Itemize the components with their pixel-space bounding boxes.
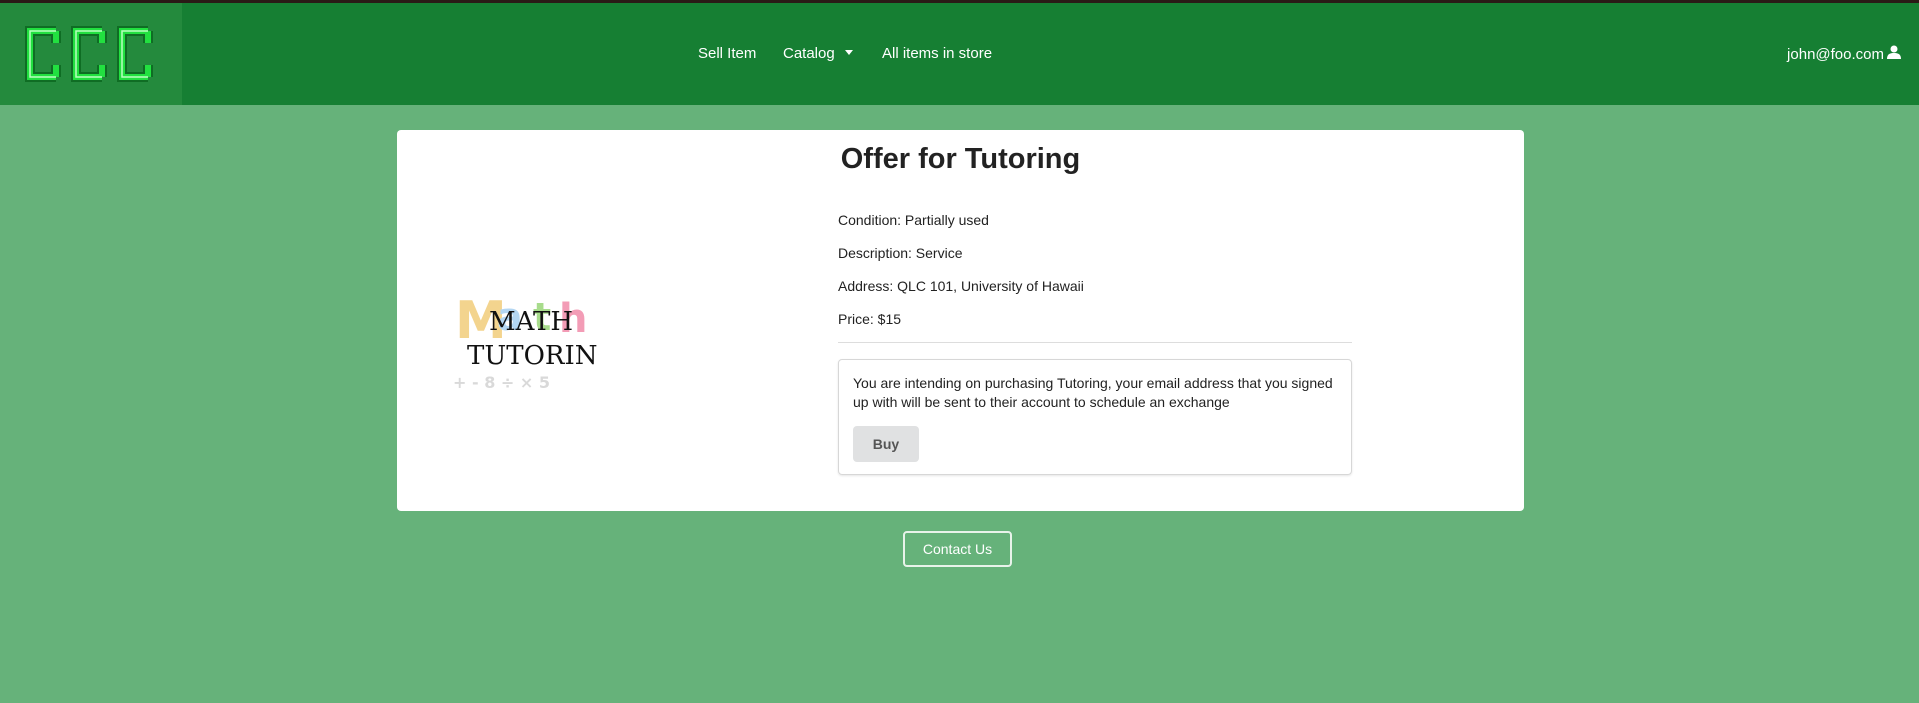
- user-email: john@foo.com: [1787, 45, 1884, 63]
- svg-text:+ - 8 ÷ × 5: + - 8 ÷ × 5: [453, 373, 550, 392]
- product-image: M a t h MATH TUTORING + - 8 ÷ × 5: [449, 260, 618, 395]
- purchase-panel: You are intending on purchasing Tutoring…: [838, 359, 1352, 475]
- logo[interactable]: [0, 3, 182, 105]
- address-text: Address: QLC 101, University of Hawaii: [838, 278, 1084, 294]
- page-title: Offer for Tutoring: [840, 143, 1081, 175]
- description-text: Description: Service: [838, 245, 963, 261]
- offer-card: Offer for Tutoring M a t h MATH TUTORING…: [397, 130, 1524, 511]
- contact-us-button[interactable]: Contact Us: [903, 531, 1012, 567]
- image-text-math: MATH: [489, 307, 573, 337]
- buy-button[interactable]: Buy: [853, 426, 919, 462]
- nav-catalog-label: Catalog: [783, 45, 835, 62]
- purchase-notice: You are intending on purchasing Tutoring…: [853, 375, 1333, 410]
- price-text: Price: $15: [838, 311, 902, 327]
- divider: [838, 342, 1352, 343]
- ccc-logo-icon: [25, 26, 153, 82]
- nav-catalog-dropdown[interactable]: Catalog: [783, 45, 853, 62]
- caret-down-icon: [844, 49, 853, 55]
- condition-text: Condition: Partially used: [838, 212, 989, 228]
- image-text-tutoring: TUTORING: [467, 341, 599, 371]
- nav-sell-item[interactable]: Sell Item: [698, 45, 756, 62]
- navbar: Sell Item Catalog All items in store joh…: [0, 3, 1919, 105]
- user-icon: [1887, 45, 1901, 63]
- nav-all-items[interactable]: All items in store: [882, 45, 992, 62]
- user-menu[interactable]: john@foo.com: [1787, 45, 1901, 63]
